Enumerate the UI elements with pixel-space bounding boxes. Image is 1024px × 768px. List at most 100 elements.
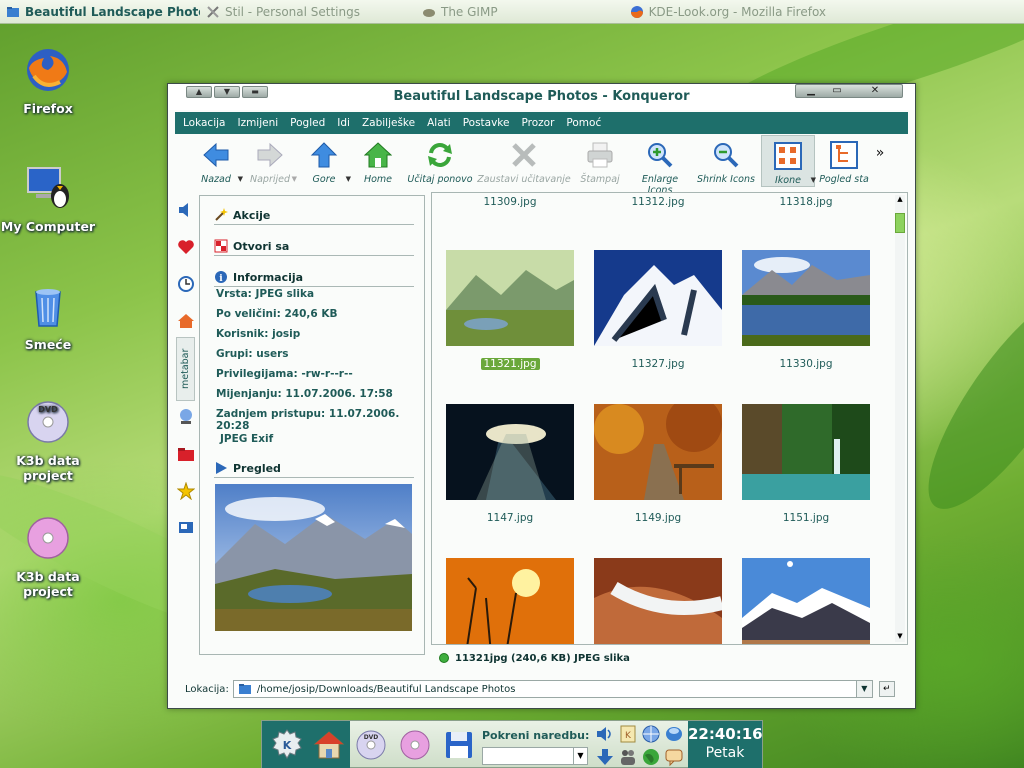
forward-button[interactable]: Naprijed ▼ (245, 135, 297, 185)
scroll-up-arrow-icon[interactable]: ▲ (895, 195, 905, 205)
folder-icon (7, 6, 19, 17)
kde-menu-icon[interactable]: K (270, 728, 304, 762)
scrollbar-thumb[interactable] (895, 213, 905, 233)
open-with-section[interactable]: Otvori sa (214, 239, 414, 256)
title-bar[interactable]: ▲ ▼ ▬ Beautiful Landscape Photos - Konqu… (168, 84, 915, 110)
file-item[interactable] (588, 558, 728, 644)
file-item[interactable] (736, 558, 876, 644)
task-konqueror[interactable]: Beautiful Landscape Photos - Konqueror (0, 0, 200, 24)
up-button[interactable]: Gore ▼ (299, 135, 351, 185)
menu-zabiljeske[interactable]: Zabilješke (362, 117, 415, 129)
tab-metabar[interactable]: metabar (176, 337, 195, 401)
file-item[interactable]: 11330.jpg (736, 250, 876, 370)
kmenu-area: K (262, 721, 350, 768)
menu-prozor[interactable]: Prozor (521, 117, 554, 129)
metabar-panel: Akcije Otvori sa i Informacija Vrsta: JP… (199, 195, 425, 655)
photo-thumbnail (446, 558, 574, 644)
jpeg-exif-link[interactable]: JPEG Exif (220, 433, 273, 445)
maximize-button[interactable]: ▭ (824, 85, 850, 97)
clock-day: Petak (705, 745, 745, 761)
menu-idi[interactable]: Idi (337, 117, 350, 129)
services-icon[interactable] (177, 519, 195, 537)
star-icon[interactable] (176, 481, 196, 501)
network-globe-icon[interactable] (641, 724, 661, 744)
preview-section[interactable]: Pregled (214, 461, 414, 478)
dropdown-arrow-icon[interactable]: ▼ (292, 175, 297, 183)
up-label: Gore (312, 174, 336, 185)
back-button[interactable]: Nazad ▼ (191, 135, 243, 185)
volume-icon[interactable] (595, 724, 615, 744)
home-icon[interactable] (312, 728, 346, 762)
floppy-save-icon[interactable] (442, 727, 476, 763)
run-command-input[interactable]: ▼ (482, 747, 588, 765)
kde-update-icon[interactable] (664, 724, 684, 744)
photo-thumbnail (594, 558, 724, 644)
tree-view-button[interactable]: Pogled sta (819, 135, 869, 185)
file-name: 11327.jpg (631, 358, 685, 370)
photo-thumbnail (742, 404, 870, 500)
chat-bubble-icon[interactable] (664, 747, 684, 767)
task-personal-settings[interactable]: Stil - Personal Settings (200, 0, 366, 24)
file-name[interactable]: 11309.jpg (440, 196, 580, 208)
file-item[interactable]: 1151.jpg (736, 404, 876, 524)
clock[interactable]: 22:40:16 Petak (688, 721, 763, 768)
enlarge-icons-button[interactable]: Enlarge Icons (629, 135, 691, 196)
menu-pomoc[interactable]: Pomoć (566, 117, 601, 129)
root-folder-icon[interactable] (177, 445, 195, 463)
shrink-icons-button[interactable]: Shrink Icons (695, 135, 757, 185)
desktop-firefox[interactable]: Firefox (0, 46, 96, 116)
klipper-icon[interactable]: K (618, 724, 638, 744)
menu-postavke[interactable]: Postavke (463, 117, 510, 129)
cd-icon[interactable] (398, 727, 432, 763)
location-input[interactable]: /home/josip/Downloads/Beautiful Landscap… (232, 680, 873, 698)
file-item[interactable]: 11327.jpg (588, 250, 728, 370)
people-icon[interactable] (618, 747, 638, 767)
toolbar-more-button[interactable]: » (873, 135, 887, 161)
desktop-k3b-cd[interactable]: K3b data project (0, 514, 96, 599)
forward-arrow-icon (257, 142, 283, 168)
location-dropdown-icon[interactable]: ▼ (855, 681, 872, 697)
network-icon[interactable] (177, 408, 195, 426)
gimp-icon (423, 8, 435, 17)
file-item[interactable] (440, 558, 580, 644)
location-go-button[interactable]: ↵ (878, 681, 895, 697)
speaker-icon[interactable] (177, 201, 195, 219)
dropdown-arrow-icon[interactable]: ▼ (346, 175, 351, 183)
dropdown-arrow-icon[interactable]: ▼ (811, 176, 816, 184)
earth-icon[interactable] (641, 747, 661, 767)
scroll-down-arrow-icon[interactable]: ▼ (895, 632, 905, 642)
desktop-my-computer[interactable]: My Computer (0, 164, 96, 234)
actions-section[interactable]: Akcije (214, 208, 414, 225)
vertical-scrollbar[interactable]: ▲ ▼ (895, 195, 905, 642)
menu-lokacija[interactable]: Lokacija (183, 117, 225, 129)
back-arrow-icon (203, 142, 229, 168)
icon-view-button[interactable]: Ikone ▼ (761, 135, 816, 187)
download-arrow-icon[interactable] (595, 747, 615, 767)
menu-alati[interactable]: Alati (427, 117, 451, 129)
file-item[interactable]: 11321.jpg (440, 250, 580, 370)
history-clock-icon[interactable] (177, 275, 195, 293)
reload-button[interactable]: Učitaj ponovo (407, 135, 473, 185)
file-name[interactable]: 11318.jpg (736, 196, 876, 208)
task-gimp[interactable]: The GIMP (416, 0, 504, 24)
bookmarks-heart-icon[interactable] (177, 238, 195, 256)
menu-pogled[interactable]: Pogled (290, 117, 325, 129)
print-button[interactable]: Štampaj (575, 135, 625, 185)
run-command-dropdown-icon[interactable]: ▼ (573, 748, 587, 764)
file-item[interactable]: 1147.jpg (440, 404, 580, 524)
dvd-icon[interactable]: DVD (354, 727, 388, 763)
minimize-button[interactable]: ▁ (798, 85, 824, 97)
home-folder-icon[interactable] (177, 312, 195, 330)
info-section[interactable]: i Informacija (214, 270, 414, 287)
desktop-k3b-dvd[interactable]: DVD K3b data project (0, 398, 96, 483)
file-item[interactable]: 1149.jpg (588, 396, 728, 524)
dropdown-arrow-icon[interactable]: ▼ (238, 175, 243, 183)
close-button[interactable]: ✕ (862, 85, 888, 97)
stop-button[interactable]: Zaustavi učitavanje (477, 135, 571, 185)
desktop-trash[interactable]: Smeće (0, 282, 96, 352)
file-name[interactable]: 11312.jpg (588, 196, 728, 208)
firefox-icon (630, 5, 643, 18)
home-button[interactable]: Home (353, 135, 403, 185)
task-firefox[interactable]: KDE-Look.org - Mozilla Firefox (624, 0, 832, 24)
menu-izmijeni[interactable]: Izmijeni (237, 117, 278, 129)
